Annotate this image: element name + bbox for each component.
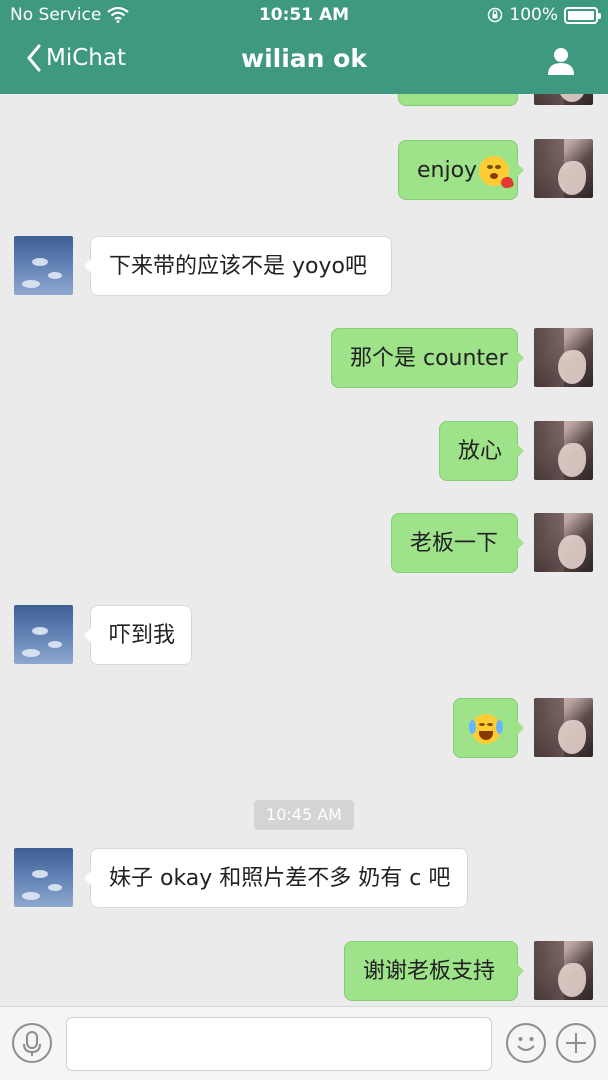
status-right: 100% [487,5,601,25]
header: No Service 10:51 AM 100% MiChat wilian o… [0,0,608,94]
message-bubble-partial [398,94,518,106]
tears-of-joy-emoji-icon [468,714,503,744]
message-bubble-out[interactable]: enjoy [398,140,524,200]
message-bubble-in[interactable]: 下来带的应该不是 yoyo吧 [84,236,392,296]
more-button[interactable] [556,1023,596,1063]
message-bubble-out[interactable]: 放心 [439,421,524,481]
message-bubble-in[interactable]: 吓到我 [84,605,192,665]
status-bar: No Service 10:51 AM 100% [0,0,608,32]
battery-percent: 100% [509,5,558,25]
avatar-self[interactable] [534,421,593,480]
avatar-contact[interactable] [14,236,73,295]
input-bar [0,1006,608,1080]
chat-title: wilian ok [241,44,367,73]
avatar-self[interactable] [534,698,593,757]
avatar-self[interactable] [534,139,593,198]
plus-icon [566,1033,586,1053]
avatar-self[interactable] [534,94,593,105]
message-list[interactable]: enjoy 下来带的应该不是 yoyo吧 那个是 counter 放心 老板一下… [0,94,608,1006]
message-input[interactable] [66,1017,492,1071]
heart-kiss-emoji-icon [479,156,515,190]
voice-button[interactable] [12,1023,52,1063]
message-bubble-out[interactable] [453,698,524,758]
message-bubble-out[interactable]: 老板一下 [391,513,524,573]
message-bubble-in[interactable]: 妹子 okay 和照片差不多 奶有 c 吧 [84,848,468,908]
message-bubble-out[interactable]: 谢谢老板支持 [344,941,524,1001]
avatar-self[interactable] [534,941,593,1000]
emoji-button[interactable] [506,1023,546,1063]
orientation-lock-icon [488,7,503,23]
battery-icon [564,6,601,24]
avatar-self[interactable] [534,328,593,387]
avatar-contact[interactable] [14,605,73,664]
message-bubble-out[interactable]: 那个是 counter [331,328,524,388]
avatar-contact[interactable] [14,848,73,907]
smiley-icon [517,1037,535,1051]
message-timestamp: 10:45 AM [254,800,354,830]
avatar-self[interactable] [534,513,593,572]
user-profile-icon[interactable] [546,46,576,76]
microphone-icon [23,1031,41,1056]
